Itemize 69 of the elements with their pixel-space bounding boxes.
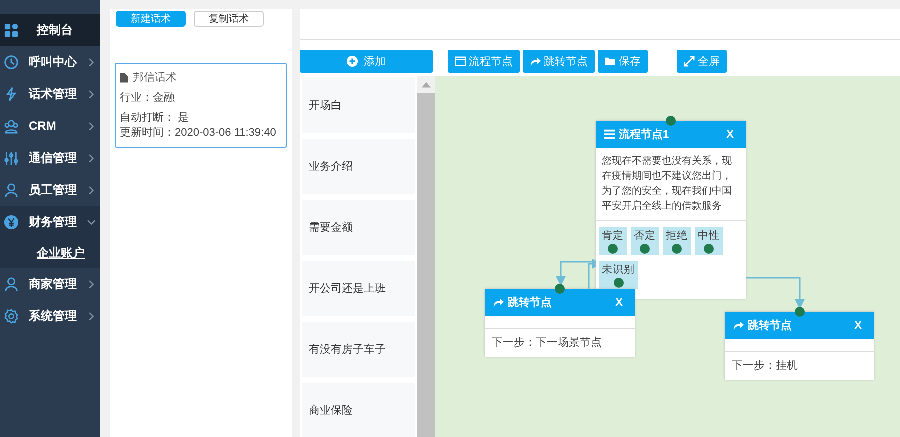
- plus-icon: [347, 56, 358, 67]
- nav-subitem[interactable]: 企业账户: [0, 238, 100, 268]
- scene-item[interactable]: 有没有房子车子: [302, 322, 415, 377]
- nav-item[interactable]: CRM: [0, 110, 100, 142]
- node-title: 跳转节点: [508, 296, 553, 310]
- connection-dot[interactable]: [794, 307, 804, 317]
- chevron-right-icon: [87, 90, 96, 98]
- tab[interactable]: 复制话术: [194, 11, 264, 27]
- scene-item[interactable]: 开场白: [302, 78, 415, 133]
- answer-option[interactable]: 未识别: [599, 261, 638, 289]
- nav-item[interactable]: 员工管理: [0, 174, 100, 206]
- sliders-icon: [4, 150, 19, 166]
- menu-icon: [604, 129, 615, 140]
- yen-icon: [4, 214, 19, 230]
- chevron-right-icon: [87, 186, 96, 194]
- nav-item[interactable]: 商家管理: [0, 268, 100, 300]
- script-detail: 行业：金融: [120, 91, 176, 106]
- nav-item[interactable]: 控制台: [0, 14, 100, 46]
- script-card[interactable]: 邦信话术 行业：金融 自动打断： 是 更新时间：2020-03-06 11:39:40: [115, 63, 287, 148]
- folder-icon: [605, 56, 616, 67]
- chevron-down-icon: [87, 218, 96, 226]
- chevron-right-icon: [87, 280, 96, 288]
- user-icon: [4, 276, 19, 292]
- connection-dot[interactable]: [608, 244, 618, 254]
- share-arrow-icon: [493, 297, 504, 308]
- nav-item[interactable]: 财务管理: [0, 206, 100, 238]
- connection-dot[interactable]: [555, 284, 565, 294]
- nav-item[interactable]: 通信管理: [0, 142, 100, 174]
- answer-option[interactable]: 拒绝: [663, 227, 691, 255]
- answer-option[interactable]: 肯定: [599, 227, 627, 255]
- connection-dot[interactable]: [640, 244, 650, 254]
- grid-icon: [4, 22, 19, 38]
- user-icon: [4, 182, 19, 198]
- gear-icon: [4, 308, 19, 324]
- scroll-up-icon[interactable]: [422, 82, 430, 88]
- next-step-text: 下一步：挂机: [731, 359, 799, 374]
- clock-icon: [4, 54, 19, 70]
- people-icon: [4, 118, 19, 134]
- file-icon: [120, 72, 128, 82]
- node-title: 流程节点1: [619, 128, 670, 142]
- script-detail: 更新时间：2020-03-06 11:39:40: [120, 126, 278, 141]
- chevron-right-icon: [87, 154, 96, 162]
- node-title: 跳转节点: [748, 318, 793, 333]
- scene-item[interactable]: 开公司还是上班: [302, 261, 415, 316]
- connection-dot[interactable]: [666, 116, 676, 126]
- chevron-right-icon: [87, 122, 96, 130]
- chevron-right-icon: [87, 58, 96, 66]
- share-arrow-icon: [733, 320, 744, 331]
- nav-item[interactable]: 系统管理: [0, 300, 100, 332]
- window-icon: [455, 56, 466, 67]
- expand-icon: [684, 56, 695, 67]
- scene-item[interactable]: 业务介绍: [302, 139, 415, 194]
- connection-dot[interactable]: [614, 278, 624, 288]
- next-step-text: 下一步：下一场景节点: [491, 336, 603, 351]
- share-arrow-icon: [530, 56, 541, 67]
- connection-dot[interactable]: [672, 244, 682, 254]
- node-text: 您现在不需要也没有关系，现在疫情期间也不建议您出门，为了您的安全，现在我们中国平安开启全线上的借款服务: [596, 148, 746, 221]
- scene-item[interactable]: 需要金额: [302, 200, 415, 255]
- flow-node[interactable]: 流程节点1 X 您现在不需要也没有关系，现在疫情期间也不建议您出门，为了您的安全，现在我们中国平安开启全线上的借款服务 肯定 否定 拒绝 中性 未识别: [596, 121, 746, 299]
- script-title: 邦信话术: [133, 71, 177, 85]
- answer-option[interactable]: 中性: [695, 227, 723, 255]
- chevron-right-icon: [87, 312, 96, 320]
- connection-dot[interactable]: [704, 244, 714, 254]
- nav-item[interactable]: 话术管理: [0, 78, 100, 110]
- answer-option[interactable]: 否定: [631, 227, 659, 255]
- script-detail: 自动打断： 是: [120, 111, 190, 126]
- bolt-icon: [4, 86, 19, 102]
- scene-item[interactable]: 商业保险: [302, 383, 415, 437]
- nav-item[interactable]: 呼叫中心: [0, 46, 100, 78]
